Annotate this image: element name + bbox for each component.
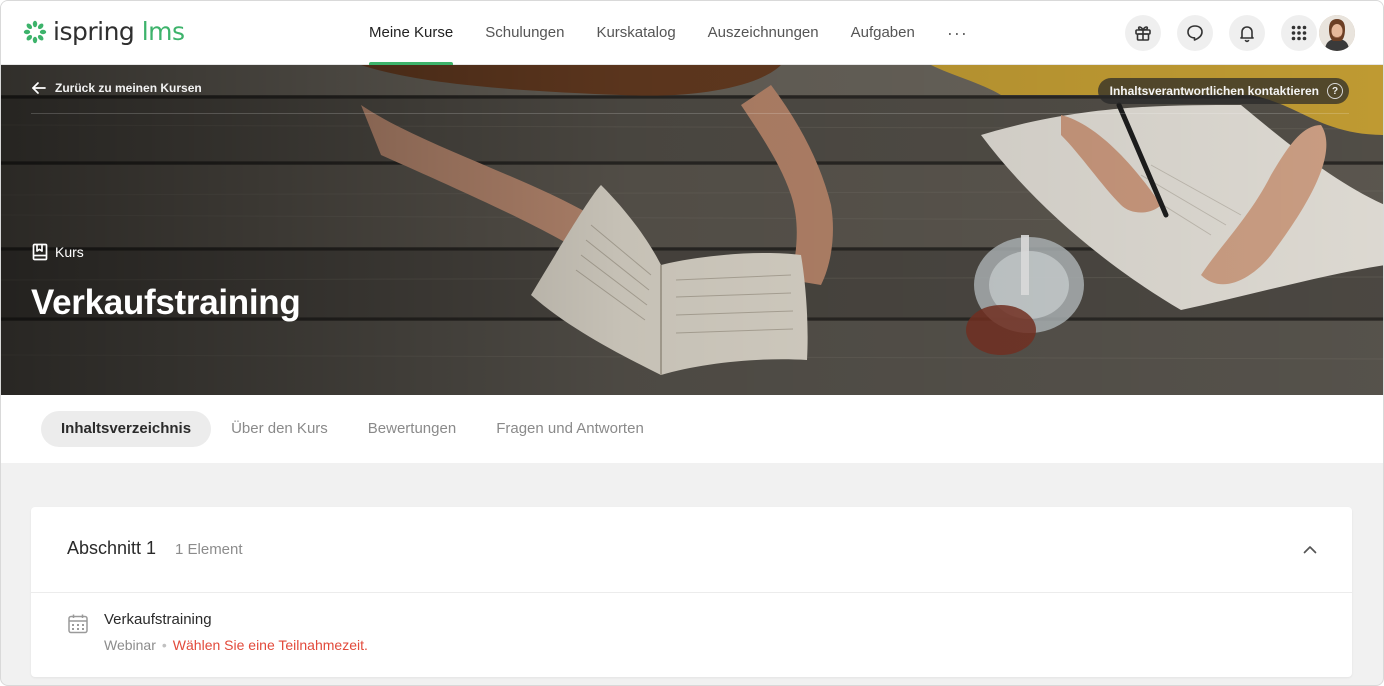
tab-ratings[interactable]: Bewertungen	[348, 411, 476, 447]
nav-item-kurskatalog[interactable]: Kurskatalog	[596, 1, 675, 65]
top-navigation-bar: ispring lms Meine Kurse Schulungen Kursk…	[1, 1, 1383, 65]
main-nav: Meine Kurse Schulungen Kurskatalog Ausze…	[369, 1, 968, 65]
bell-icon	[1240, 26, 1254, 43]
gift-button[interactable]	[1125, 15, 1161, 51]
calendar-icon	[68, 614, 88, 634]
list-item[interactable]: Verkaufstraining Webinar • Wählen Sie ei…	[67, 611, 1316, 659]
meta-separator: •	[161, 637, 167, 653]
section-card: Abschnitt 1 1 Element Verkaufstraining W…	[31, 507, 1352, 677]
hero-divider	[31, 113, 1349, 114]
back-to-courses-link[interactable]: Zurück zu meinen Kursen	[31, 81, 202, 95]
chat-icon	[1187, 25, 1203, 41]
nav-item-auszeichnungen[interactable]: Auszeichnungen	[708, 1, 819, 65]
chevron-up-icon	[1303, 545, 1317, 553]
collapse-section-button[interactable]	[1298, 537, 1322, 561]
brand-wordmark: ispring lms	[53, 17, 185, 46]
help-icon: ?	[1327, 83, 1343, 99]
tab-questions-answers[interactable]: Fragen und Antworten	[476, 411, 664, 447]
section-title: Abschnitt 1	[67, 538, 157, 558]
ispring-logo-icon	[23, 20, 47, 44]
item-title[interactable]: Verkaufstraining	[104, 611, 212, 628]
book-icon	[32, 243, 48, 261]
tab-table-of-contents[interactable]: Inhaltsverzeichnis	[41, 411, 212, 447]
apps-grid-icon	[1291, 25, 1307, 41]
course-tabs-bar: Inhaltsverzeichnis Über den Kurs Bewertu…	[1, 395, 1383, 463]
item-status-warning: Wählen Sie eine Teilnahmezeit.	[172, 637, 368, 653]
nav-item-schulungen[interactable]: Schulungen	[485, 1, 564, 65]
tab-about-course[interactable]: Über den Kurs	[211, 411, 348, 447]
app-window: ispring lms Meine Kurse Schulungen Kursk…	[0, 0, 1384, 686]
gift-icon	[1135, 26, 1151, 41]
contact-owner-label: Inhaltsverantwortlichen kontaktieren	[1109, 84, 1319, 98]
chat-button[interactable]	[1177, 15, 1213, 51]
nav-more-button[interactable]: ···	[947, 1, 968, 65]
course-hero-banner: Zurück zu meinen Kursen Inhaltsverantwor…	[1, 65, 1383, 395]
nav-item-meine-kurse[interactable]: Meine Kurse	[369, 1, 454, 65]
user-photo	[1319, 15, 1355, 51]
content-type-label: Kurs	[55, 244, 84, 260]
brand-logo[interactable]: ispring lms	[23, 17, 185, 47]
item-type: Webinar	[104, 637, 156, 653]
notifications-button[interactable]	[1229, 15, 1265, 51]
apps-button[interactable]	[1281, 15, 1317, 51]
course-tabs: Inhaltsverzeichnis Über den Kurs Bewertu…	[41, 411, 664, 447]
section-item-count: 1 Element	[175, 541, 243, 558]
user-avatar[interactable]	[1319, 15, 1355, 51]
nav-item-aufgaben[interactable]: Aufgaben	[851, 1, 915, 65]
back-link-label: Zurück zu meinen Kursen	[55, 81, 202, 95]
contact-owner-button[interactable]: Inhaltsverantwortlichen kontaktieren ?	[1097, 78, 1349, 104]
item-meta: Webinar • Wählen Sie eine Teilnahmezeit.	[104, 637, 368, 653]
content-type-badge: Kurs	[31, 243, 84, 261]
course-title: Verkaufstraining	[31, 283, 301, 322]
arrow-left-icon	[32, 82, 46, 94]
section-header[interactable]: Abschnitt 1 1 Element	[31, 507, 1352, 593]
hero-background-photo	[1, 65, 1383, 395]
